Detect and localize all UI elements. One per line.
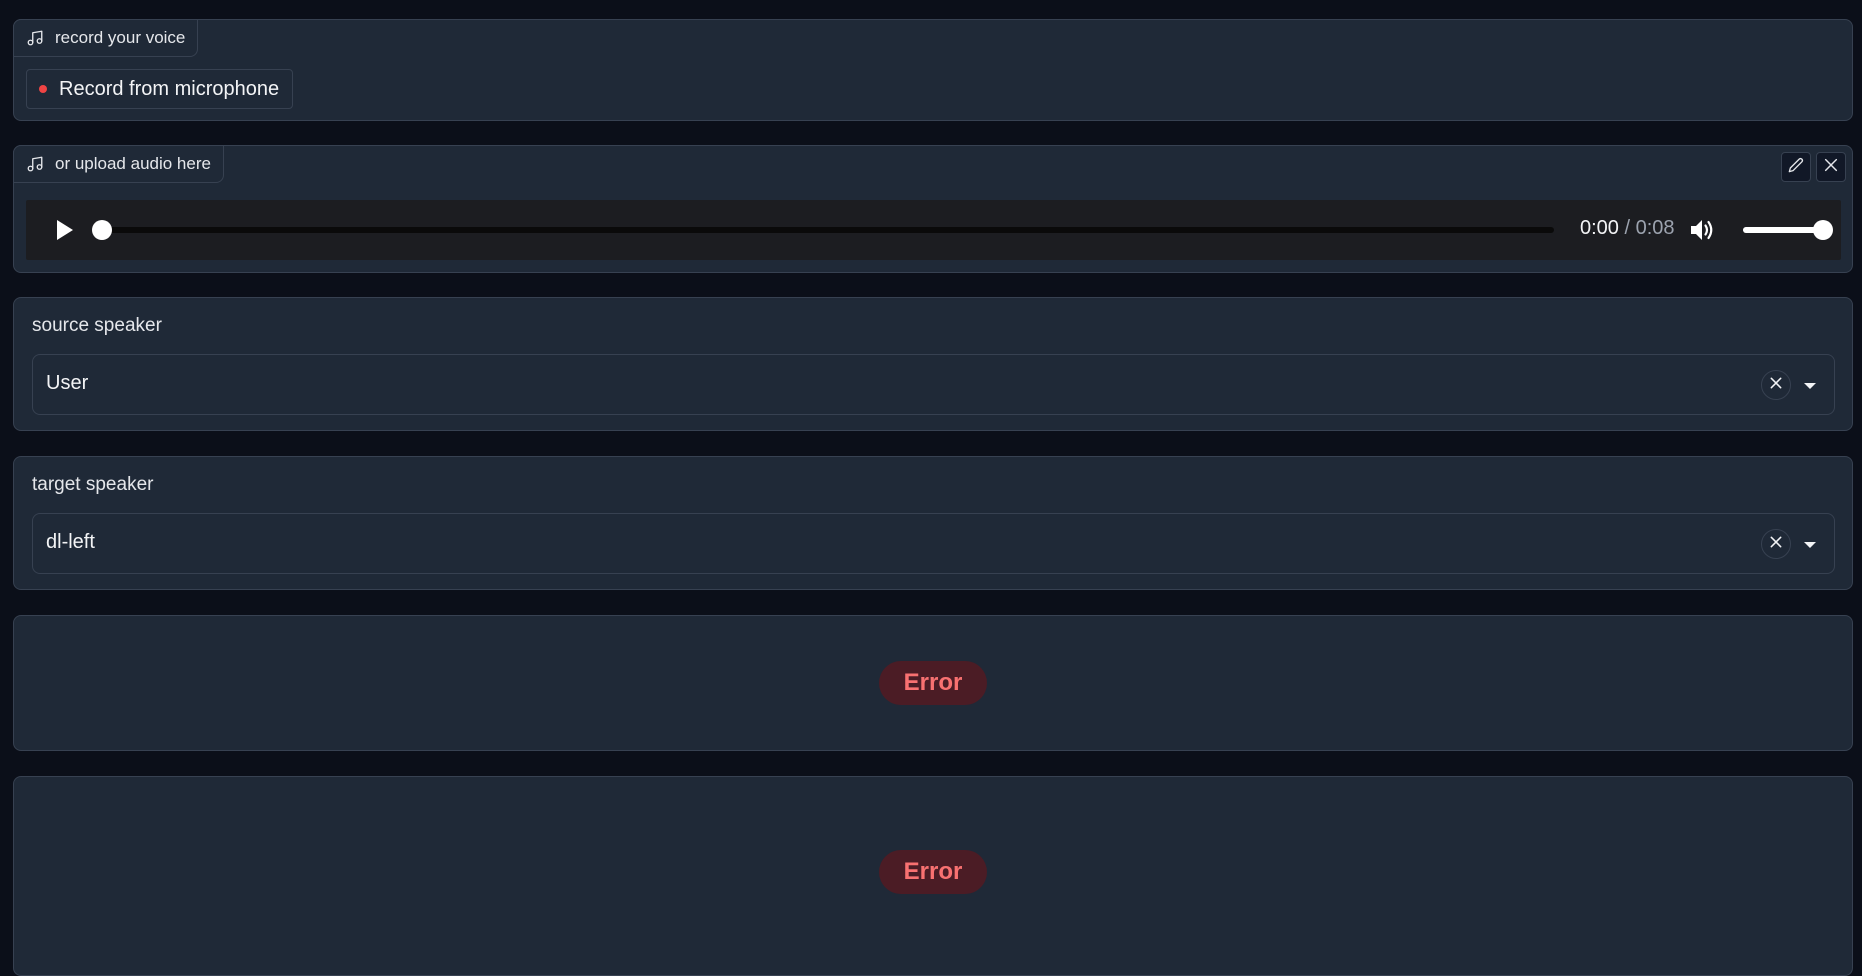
record-button-label: Record from microphone — [59, 77, 280, 100]
source-speaker-value: User — [46, 372, 89, 394]
record-voice-label-tag: record your voice — [13, 19, 199, 57]
chevron-down-icon[interactable] — [1804, 542, 1816, 548]
target-speaker-panel: target speaker dl-left — [13, 456, 1853, 590]
upload-audio-label-tag: or upload audio here — [13, 145, 224, 183]
current-time: 0:00 — [1580, 217, 1619, 239]
play-button[interactable] — [50, 216, 78, 244]
volume-button[interactable] — [1688, 217, 1716, 243]
output-panel-1: Error — [13, 615, 1853, 751]
target-speaker-label: target speaker — [32, 474, 154, 495]
error-status-badge: Error — [879, 850, 987, 894]
edit-audio-button[interactable] — [1781, 152, 1811, 182]
target-speaker-value: dl-left — [46, 531, 95, 553]
source-speaker-panel: source speaker User — [13, 297, 1853, 431]
record-from-microphone-button[interactable]: Record from microphone — [26, 69, 294, 109]
pencil-icon — [1788, 157, 1804, 178]
seek-thumb[interactable] — [92, 220, 112, 240]
volume-slider[interactable] — [1743, 220, 1833, 240]
target-speaker-clear-button[interactable] — [1761, 529, 1791, 559]
error-status-badge: Error — [879, 661, 987, 705]
source-speaker-clear-button[interactable] — [1761, 370, 1791, 400]
source-speaker-dropdown[interactable]: User — [32, 354, 1835, 415]
close-icon — [1769, 535, 1783, 554]
upload-audio-label: or upload audio here — [55, 154, 211, 173]
record-dot-icon — [39, 85, 47, 93]
volume-icon — [1688, 220, 1716, 247]
record-voice-panel: record your voice Record from microphone — [13, 19, 1853, 121]
play-icon — [50, 220, 78, 248]
audio-player: 0:00 / 0:08 — [26, 200, 1841, 260]
target-speaker-dropdown[interactable]: dl-left — [32, 513, 1835, 574]
volume-fill — [1743, 227, 1823, 233]
close-icon — [1823, 157, 1839, 178]
source-speaker-label: source speaker — [32, 315, 162, 336]
time-separator: / — [1624, 217, 1631, 239]
chevron-down-icon[interactable] — [1804, 383, 1816, 389]
output-panel-2: Error — [13, 776, 1853, 976]
time-display: 0:00 / 0:08 — [1580, 217, 1675, 240]
music-note-icon — [26, 29, 44, 47]
clear-audio-button[interactable] — [1816, 152, 1846, 182]
close-icon — [1769, 376, 1783, 395]
duration: 0:08 — [1635, 217, 1675, 239]
record-voice-label: record your voice — [55, 28, 186, 47]
seek-bar[interactable] — [92, 220, 1554, 240]
music-note-icon — [26, 155, 44, 173]
upload-audio-panel: or upload audio here 0:00 / 0:08 — [13, 145, 1853, 273]
volume-thumb[interactable] — [1813, 220, 1833, 240]
